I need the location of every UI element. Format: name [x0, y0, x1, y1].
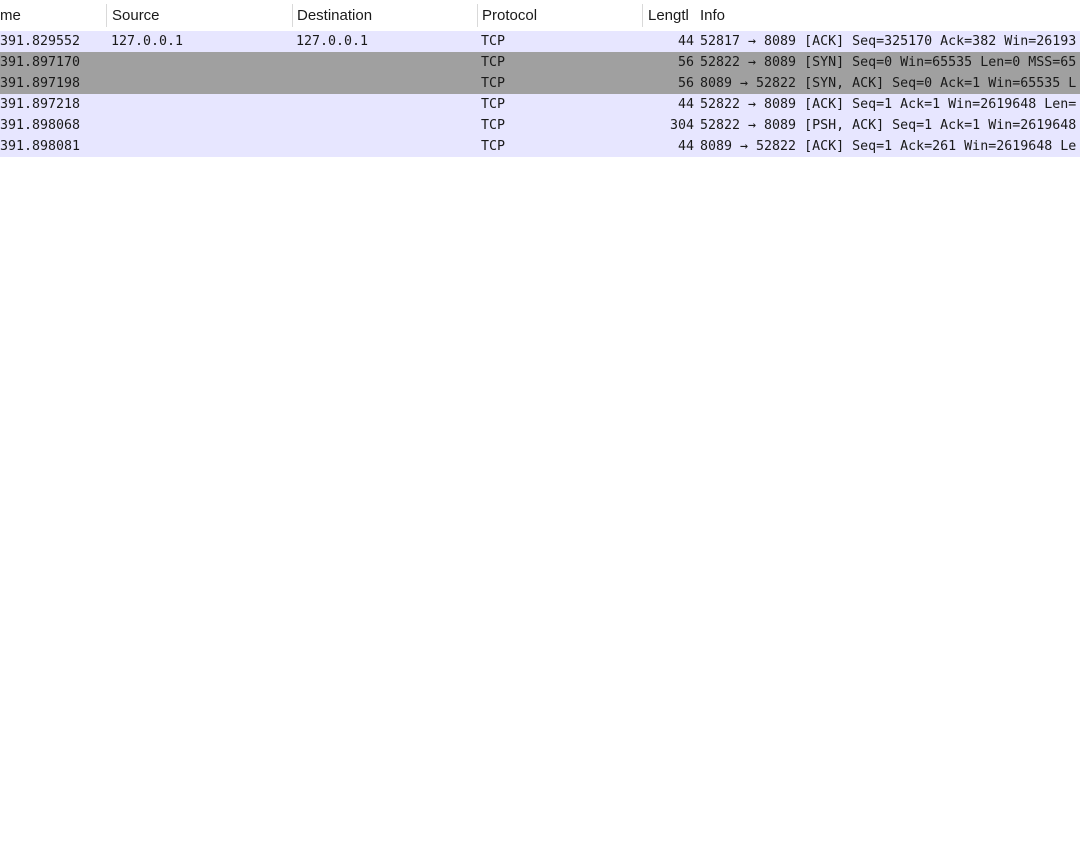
column-header-length[interactable]: Lengtl [648, 0, 696, 31]
packet-row[interactable]: 391.897198 TCP 56 8089 → 52822 [SYN, ACK… [0, 73, 1080, 94]
packet-time: 391.897170 [0, 55, 81, 70]
column-header-protocol[interactable]: Protocol [482, 0, 642, 31]
column-header-time[interactable]: me [0, 0, 100, 31]
packet-info: 52822 → 8089 [ACK] Seq=1 Ack=1 Win=26196… [700, 97, 1077, 112]
packet-destination: 127.0.0.1 [296, 34, 369, 49]
column-header-destination[interactable]: Destination [297, 0, 477, 31]
packet-destination [296, 52, 476, 73]
packet-length: 44 [677, 139, 694, 154]
packet-source [111, 136, 291, 157]
packet-length: 44 [677, 34, 694, 49]
packet-info: 52822 → 8089 [SYN] Seq=0 Win=65535 Len=0… [700, 55, 1077, 70]
packet-row[interactable]: 391.898081 TCP 44 8089 → 52822 [ACK] Seq… [0, 136, 1080, 157]
packet-source: 127.0.0.1 [111, 34, 184, 49]
packet-destination [296, 136, 476, 157]
packet-source [111, 115, 291, 136]
packet-info: 52817 → 8089 [ACK] Seq=325170 Ack=382 Wi… [700, 34, 1077, 49]
packet-info: 52822 → 8089 [PSH, ACK] Seq=1 Ack=1 Win=… [700, 118, 1077, 133]
packet-row[interactable]: 391.829552 127.0.0.1 127.0.0.1 TCP 44 52… [0, 31, 1080, 52]
packet-length: 304 [669, 118, 694, 133]
column-divider[interactable] [292, 4, 293, 27]
column-divider[interactable] [106, 4, 107, 27]
packet-length: 56 [677, 76, 694, 91]
packet-list[interactable]: me Source Destination Protocol Lengtl In… [0, 0, 1080, 522]
packet-source [111, 52, 291, 73]
packet-time: 391.897198 [0, 76, 81, 91]
packet-list-header: me Source Destination Protocol Lengtl In… [0, 0, 1080, 31]
packet-source [111, 94, 291, 115]
packet-protocol: TCP [481, 55, 506, 70]
packet-destination [296, 115, 476, 136]
packet-time: 391.898081 [0, 139, 81, 154]
packet-protocol: TCP [481, 118, 506, 133]
packet-destination [296, 73, 476, 94]
packet-protocol: TCP [481, 34, 506, 49]
packet-protocol: TCP [481, 76, 506, 91]
packet-info: 8089 → 52822 [SYN, ACK] Seq=0 Ack=1 Win=… [700, 76, 1077, 91]
column-header-info[interactable]: Info [700, 0, 1080, 31]
column-divider[interactable] [642, 4, 643, 27]
packet-time: 391.897218 [0, 97, 81, 112]
packet-source [111, 73, 291, 94]
packet-destination [296, 94, 476, 115]
packet-length: 56 [677, 55, 694, 70]
packet-time: 391.898068 [0, 118, 81, 133]
column-divider[interactable] [477, 4, 478, 27]
packet-row[interactable]: 391.897170 TCP 56 52822 → 8089 [SYN] Seq… [0, 52, 1080, 73]
packet-row[interactable]: 391.897218 TCP 44 52822 → 8089 [ACK] Seq… [0, 94, 1080, 115]
column-header-source[interactable]: Source [112, 0, 292, 31]
packet-length: 44 [677, 97, 694, 112]
packet-info: 8089 → 52822 [ACK] Seq=1 Ack=261 Win=261… [700, 139, 1077, 154]
packet-row[interactable]: 391.898068 TCP 304 52822 → 8089 [PSH, AC… [0, 115, 1080, 136]
packet-protocol: TCP [481, 97, 506, 112]
packet-time: 391.829552 [0, 34, 81, 49]
packet-protocol: TCP [481, 139, 506, 154]
